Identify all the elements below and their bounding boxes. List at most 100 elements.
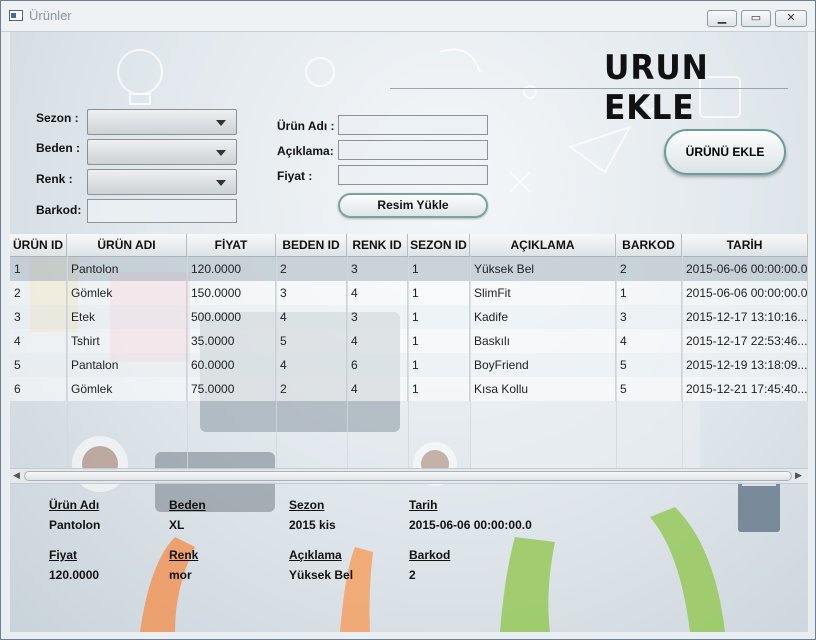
cell-sezon-id: 1 — [408, 305, 470, 329]
cell-urun-adi: Gömlek — [67, 377, 187, 401]
fiyat-input[interactable] — [338, 165, 488, 185]
column-header-aciklama[interactable]: AÇIKLAMA — [470, 234, 616, 256]
table-row[interactable]: 5 Pantalon 60.0000 4 6 1 BoyFriend 5 201… — [10, 353, 808, 377]
sezon-select[interactable] — [87, 109, 237, 135]
column-header-fiyat[interactable]: FİYAT — [187, 234, 276, 256]
cell-tarih: 2015-12-19 13:18:09... — [682, 353, 808, 377]
detail-tarih-value: 2015-06-06 00:00:00.0 — [409, 518, 532, 532]
cell-urun-id: 3 — [10, 305, 67, 329]
column-divider — [276, 256, 277, 474]
table-row[interactable]: 4 Tshirt 35.0000 5 4 1 Baskılı 4 2015-12… — [10, 329, 808, 353]
cell-renk-id: 4 — [347, 281, 408, 305]
urunu-ekle-button[interactable]: ÜRÜNÜ EKLE — [664, 129, 786, 175]
cell-sezon-id: 1 — [408, 377, 470, 401]
detail-urun-adi-label: Ürün Adı — [49, 498, 100, 512]
scroll-left-icon[interactable]: ◀ — [13, 470, 20, 481]
table-row[interactable]: 1 Pantolon 120.0000 2 3 1 Yüksek Bel 2 2… — [10, 257, 808, 281]
resim-yukle-button[interactable]: Resim Yükle — [338, 193, 488, 218]
content-area: URUN EKLE Sezon : Beden : Renk : Barkod:… — [10, 32, 808, 632]
maximize-button[interactable]: ▭ — [741, 10, 771, 27]
window-title: Ürünler — [29, 8, 72, 23]
barkod-label: Barkod: — [36, 203, 82, 217]
detail-urun-adi-value: Pantolon — [49, 518, 101, 532]
cell-aciklama: Kadife — [470, 305, 616, 329]
cell-aciklama: Kısa Kollu — [470, 377, 616, 401]
cell-sezon-id: 1 — [408, 329, 470, 353]
cell-urun-adi: Pantalon — [67, 353, 187, 377]
column-header-sezon-id[interactable]: SEZON ID — [408, 234, 470, 256]
cell-urun-id: 2 — [10, 281, 67, 305]
column-divider — [616, 256, 617, 474]
column-header-urun-adi[interactable]: ÜRÜN ADI — [67, 234, 187, 256]
renk-select[interactable] — [87, 169, 237, 195]
detail-sezon-label: Sezon — [289, 498, 325, 512]
minimize-button[interactable]: ▁ — [707, 10, 737, 27]
detail-barkod-label: Barkod — [409, 548, 451, 562]
cell-fiyat: 150.0000 — [187, 281, 276, 305]
window-icon — [9, 10, 23, 21]
chevron-down-icon — [216, 120, 226, 126]
cell-beden-id: 2 — [276, 257, 347, 281]
cell-urun-adi: Pantolon — [67, 257, 187, 281]
app-window: Ürünler ▁ ▭ ✕ URUN EKLE Sezon: Beden: … — [0, 0, 816, 640]
cell-renk-id: 4 — [347, 329, 408, 353]
title-divider — [390, 88, 788, 89]
column-header-beden-id[interactable]: BEDEN ID — [276, 234, 347, 256]
cell-beden-id: 2 — [276, 377, 347, 401]
cell-beden-id: 4 — [276, 353, 347, 377]
aciklama-label: Açıklama: — [277, 144, 334, 158]
column-divider — [347, 256, 348, 474]
cell-urun-id: 1 — [10, 257, 67, 281]
cell-aciklama: Yüksek Bel — [470, 257, 616, 281]
detail-beden-value: XL — [169, 518, 185, 532]
cell-renk-id: 6 — [347, 353, 408, 377]
cell-fiyat: 60.0000 — [187, 353, 276, 377]
detail-aciklama-value: Yüksek Bel — [289, 568, 354, 582]
cell-urun-id: 4 — [10, 329, 67, 353]
cell-fiyat: 35.0000 — [187, 329, 276, 353]
cell-beden-id: 5 — [276, 329, 347, 353]
cell-fiyat: 120.0000 — [187, 257, 276, 281]
column-header-renk-id[interactable]: RENK ID — [347, 234, 408, 256]
aciklama-input[interactable] — [338, 140, 488, 160]
scrollbar-thumb[interactable] — [24, 471, 792, 481]
products-table: ÜRÜN ID ÜRÜN ADI FİYAT BEDEN ID RENK ID … — [10, 234, 808, 474]
column-divider — [408, 256, 409, 474]
close-button[interactable]: ✕ — [775, 10, 807, 27]
column-divider — [67, 256, 68, 474]
sezon-label: Sezon : — [36, 111, 79, 125]
cell-tarih: 2015-12-21 17:45:40... — [682, 377, 808, 401]
table-row[interactable]: 2 Gömlek 150.0000 3 4 1 SlimFit 1 2015-0… — [10, 281, 808, 305]
column-divider — [187, 256, 188, 474]
cell-barkod: 2 — [616, 257, 682, 281]
column-header-tarih[interactable]: TARİH — [682, 234, 808, 256]
cell-aciklama: Baskılı — [470, 329, 616, 353]
cell-renk-id: 4 — [347, 377, 408, 401]
cell-urun-id: 5 — [10, 353, 67, 377]
detail-fiyat-value: 120.0000 — [49, 568, 100, 582]
cell-aciklama: SlimFit — [470, 281, 616, 305]
cell-tarih: 2015-06-06 00:00:00.0 — [682, 281, 808, 305]
detail-beden-label: Beden — [169, 498, 206, 512]
barkod-input[interactable] — [87, 199, 237, 223]
cell-tarih: 2015-06-06 00:00:00.0 — [682, 257, 808, 281]
cell-barkod: 3 — [616, 305, 682, 329]
urun-adi-input[interactable] — [338, 115, 488, 135]
cell-urun-adi: Tshirt — [67, 329, 187, 353]
detail-renk-value: mor — [169, 568, 192, 582]
scroll-right-icon[interactable]: ▶ — [795, 470, 802, 481]
column-header-urun-id[interactable]: ÜRÜN ID — [10, 234, 67, 256]
beden-select[interactable] — [87, 139, 237, 165]
beden-label: Beden : — [36, 141, 81, 155]
cell-fiyat: 500.0000 — [187, 305, 276, 329]
detail-aciklama-label: Açıklama — [289, 548, 342, 562]
cell-beden-id: 3 — [276, 281, 347, 305]
detail-tarih-label: Tarih — [409, 498, 438, 512]
column-header-barkod[interactable]: BARKOD — [616, 234, 682, 256]
cell-barkod: 5 — [616, 377, 682, 401]
cell-barkod: 1 — [616, 281, 682, 305]
cell-urun-adi: Etek — [67, 305, 187, 329]
table-row[interactable]: 6 Gömlek 75.0000 2 4 1 Kısa Kollu 5 2015… — [10, 377, 808, 401]
horizontal-scrollbar[interactable]: ◀ ▶ — [10, 468, 808, 484]
table-row[interactable]: 3 Etek 500.0000 4 3 1 Kadife 3 2015-12-1… — [10, 305, 808, 329]
